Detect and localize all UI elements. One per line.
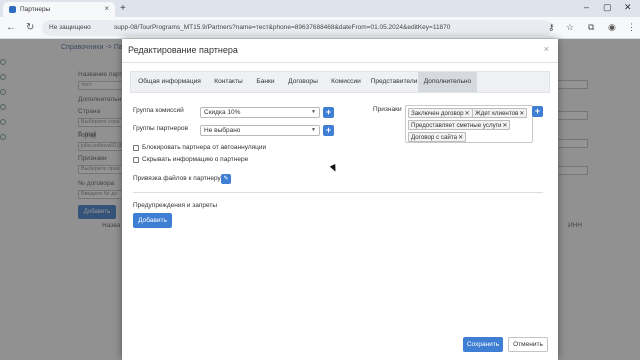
partner-groups-select[interactable]: Не выбрано ▼ [200, 125, 320, 136]
close-tab-icon[interactable]: × [104, 4, 109, 13]
close-icon[interactable]: × [544, 44, 549, 54]
commission-group-label: Группа комиссий [133, 107, 184, 114]
url-field[interactable]: Не защищено supp-08/TourPrograms_MT15.9/… [42, 20, 552, 36]
section-divider [133, 192, 543, 193]
chevron-down-icon: ▼ [311, 109, 316, 115]
attach-files-label: Привязка файлов к партнеру [133, 175, 221, 182]
security-warning[interactable]: Не защищено [49, 24, 91, 31]
partner-groups-value: Не выбрано [204, 127, 241, 134]
remove-tag-icon[interactable]: ✕ [519, 111, 524, 117]
tab-additional[interactable]: Дополнительно [418, 72, 477, 92]
browser-tab[interactable]: Партнеры × [3, 2, 115, 17]
tab-contracts[interactable]: Договоры [284, 72, 322, 92]
tag-chip: Предоставляет сметные услуги✕ [408, 120, 511, 130]
favicon-icon [9, 6, 16, 13]
extensions-icon[interactable]: ⧉ [588, 22, 594, 33]
remove-tag-icon[interactable]: ✕ [465, 111, 470, 117]
url-text: supp-08/TourPrograms_MT15.9/Partners?nam… [114, 24, 451, 31]
dialog-tabs: Общая информация Контакты Банки Договоры… [130, 71, 550, 93]
add-warning-button[interactable]: Добавить [133, 213, 172, 228]
profile-icon[interactable]: ◉ [608, 22, 616, 33]
add-partner-group-button[interactable]: + [323, 125, 334, 136]
minimize-icon[interactable]: – [584, 2, 589, 12]
partner-groups-label: Группы партнеров [133, 125, 188, 132]
tag-chip: Заключен договор✕ [408, 108, 473, 118]
bookmark-icon[interactable]: ☆ [566, 22, 574, 33]
save-button[interactable]: Сохранить [463, 337, 503, 352]
tag-text: Предоставляет сметные услуги [411, 122, 502, 129]
commission-group-select[interactable]: Скидка 10% ▼ [200, 107, 320, 118]
maximize-icon[interactable]: ▢ [603, 2, 612, 13]
signs-multiselect[interactable]: Заключен договор✕ Ждет клиентов✕ Предост… [405, 105, 533, 143]
close-window-icon[interactable]: ✕ [624, 2, 632, 13]
mouse-cursor-icon [329, 164, 339, 173]
dialog-header: Редактирование партнера × [122, 39, 558, 63]
tab-general-info[interactable]: Общая информация [135, 72, 204, 92]
browser-tab-bar: Партнеры × + – ▢ ✕ [0, 0, 640, 17]
commission-group-value: Скидка 10% [204, 109, 241, 116]
tag-chip: Ждет клиентов✕ [472, 108, 528, 118]
hide-info-checkbox[interactable] [133, 157, 139, 163]
tab-contacts[interactable]: Контакты [210, 72, 247, 92]
address-bar-row: ← ↻ Не защищено supp-08/TourPrograms_MT1… [0, 17, 640, 39]
menu-icon[interactable]: ⋮ [627, 22, 636, 33]
add-commission-group-button[interactable]: + [323, 107, 334, 118]
tab-commissions[interactable]: Комиссии [327, 72, 365, 92]
add-sign-button[interactable]: + [532, 106, 543, 117]
tag-text: Ждет клиентов [475, 110, 519, 117]
new-tab-icon[interactable]: + [120, 3, 126, 14]
edit-partner-dialog: Редактирование партнера × Общая информац… [122, 39, 558, 360]
signs-label: Признаки [373, 106, 402, 113]
back-icon[interactable]: ← [6, 22, 16, 33]
block-cancel-label[interactable]: Блокировать партнера от автоаннуляции [142, 144, 266, 151]
key-icon[interactable]: ⚷ [548, 22, 555, 33]
remove-tag-icon[interactable]: ✕ [458, 135, 463, 141]
warnings-label: Предупреждения и запреты [133, 202, 217, 209]
tag-chip: Договор с сайта✕ [408, 132, 467, 142]
reload-icon[interactable]: ↻ [26, 22, 34, 33]
tag-text: Заключен договор [411, 110, 464, 117]
hide-info-label[interactable]: Скрывать информацию о партнере [142, 156, 248, 163]
dialog-title: Редактирование партнера [128, 45, 238, 55]
browser-tab-title: Партнеры [20, 6, 51, 13]
tab-banks[interactable]: Банки [252, 72, 279, 92]
tag-text: Договор с сайта [411, 134, 458, 141]
block-cancel-checkbox[interactable] [133, 145, 139, 151]
cancel-button[interactable]: Отменить [508, 337, 548, 352]
tab-representatives[interactable]: Представители [369, 72, 419, 92]
pencil-icon[interactable]: ✎ [221, 174, 231, 184]
chevron-down-icon: ▼ [311, 127, 316, 133]
remove-tag-icon[interactable]: ✕ [502, 123, 507, 129]
